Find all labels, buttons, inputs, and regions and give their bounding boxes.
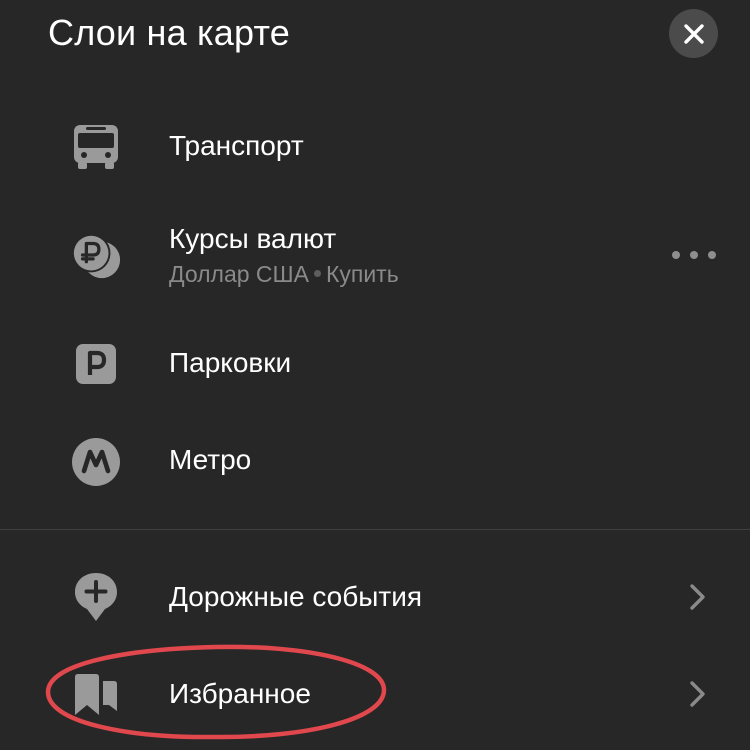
layer-item-currency[interactable]: Курсы валют Доллар США Купить bbox=[0, 212, 750, 302]
bus-icon bbox=[70, 120, 122, 172]
layer-label: Транспорт bbox=[169, 130, 304, 161]
layer-label: Курсы валют bbox=[169, 223, 337, 254]
close-icon bbox=[683, 23, 704, 44]
link-label: Избранное bbox=[169, 678, 311, 709]
map-layers-panel: Слои на карте Транспорт Курсы валют Долл… bbox=[0, 0, 750, 750]
more-options-button[interactable] bbox=[672, 240, 716, 270]
layer-label: Парковки bbox=[169, 347, 292, 378]
bookmark-icon bbox=[70, 669, 122, 721]
chevron-right-icon bbox=[690, 681, 705, 707]
section-divider bbox=[0, 529, 750, 530]
metro-icon bbox=[70, 436, 122, 488]
layer-item-transport[interactable]: Транспорт bbox=[0, 106, 750, 186]
layer-item-metro[interactable]: Метро bbox=[0, 420, 750, 500]
separator-dot bbox=[313, 270, 321, 278]
road-events-icon bbox=[70, 571, 122, 623]
layer-sublabel: Доллар США Купить bbox=[169, 260, 399, 288]
currency-name: Доллар США bbox=[169, 261, 309, 287]
currency-rub-icon bbox=[70, 230, 122, 282]
layer-label: Метро bbox=[169, 444, 252, 475]
parking-icon bbox=[70, 338, 122, 390]
currency-action: Купить bbox=[325, 261, 399, 287]
link-item-road-events[interactable]: Дорожные события bbox=[0, 557, 750, 637]
layer-item-parking[interactable]: Парковки bbox=[0, 323, 750, 403]
more-dots-icon bbox=[672, 251, 680, 259]
page-title: Слои на карте bbox=[48, 12, 290, 53]
chevron-right-icon bbox=[690, 584, 705, 610]
link-item-favorites[interactable]: Избранное bbox=[0, 654, 750, 734]
close-button[interactable] bbox=[669, 9, 718, 58]
link-label: Дорожные события bbox=[169, 581, 423, 612]
